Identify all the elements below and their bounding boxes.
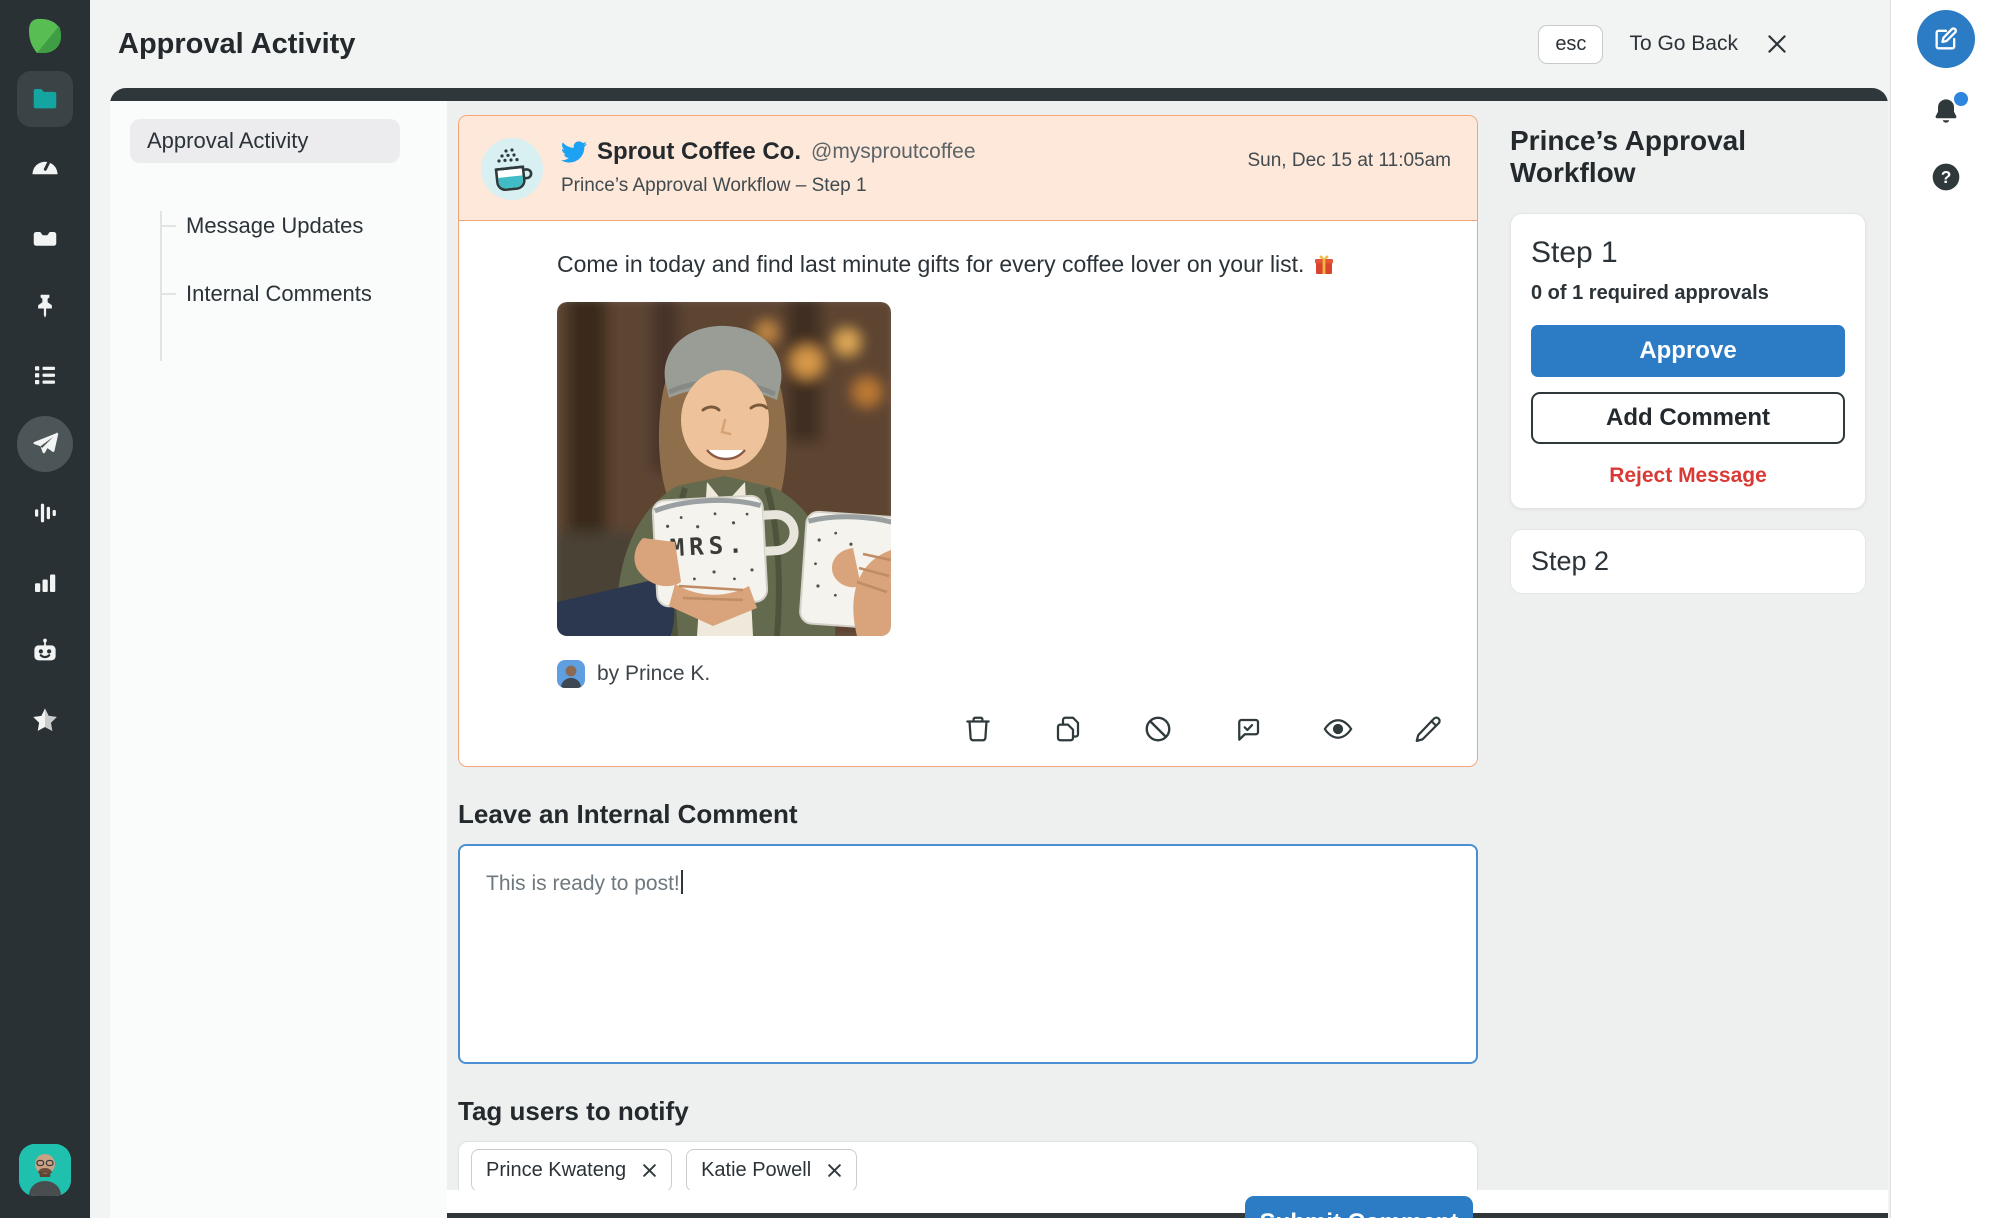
byline-avatar bbox=[557, 660, 585, 688]
bot-icon bbox=[34, 638, 56, 661]
paper-plane-icon bbox=[33, 432, 59, 454]
bar-chart-icon bbox=[35, 574, 56, 592]
message-workflow-step: Prince’s Approval Workflow – Step 1 bbox=[561, 175, 867, 196]
message-text: Come in today and find last minute gifts… bbox=[557, 251, 1305, 277]
approve-button[interactable]: Approve bbox=[1531, 325, 1845, 377]
right-rail: ? bbox=[1890, 0, 2000, 1218]
star-icon bbox=[33, 708, 57, 731]
message-byline: by Prince K. bbox=[557, 660, 1443, 688]
gift-emoji bbox=[1315, 254, 1334, 274]
user-avatar-photo bbox=[19, 1144, 71, 1196]
message-body: Come in today and find last minute gifts… bbox=[459, 221, 1477, 708]
submit-comment-button[interactable]: Submit Comment bbox=[1245, 1196, 1473, 1218]
tree-stub bbox=[160, 293, 176, 295]
remove-tag-icon[interactable] bbox=[642, 1163, 657, 1178]
message-handle: @mysproutcoffee bbox=[811, 140, 976, 163]
message-card-header: Sprout Coffee Co. @mysproutcoffee Prince… bbox=[459, 116, 1477, 221]
internal-comment-heading: Leave an Internal Comment bbox=[458, 799, 798, 829]
approval-workflow-panel: Prince’s Approval Workflow Step 1 0 of 1… bbox=[1510, 125, 1866, 594]
internal-comment-value: This is ready to post! bbox=[486, 872, 680, 895]
compose-button[interactable] bbox=[1916, 10, 1975, 68]
text-cursor bbox=[680, 870, 683, 894]
workflow-title: Prince’s Approval Workflow bbox=[1510, 125, 1747, 188]
remove-tag-icon[interactable] bbox=[827, 1163, 842, 1178]
tag-chip-label: Prince Kwateng bbox=[486, 1158, 627, 1181]
esc-key-badge: esc bbox=[1538, 24, 1604, 64]
primary-sidebar bbox=[0, 0, 90, 1218]
subnav-item-approval-activity[interactable]: Approval Activity bbox=[130, 119, 400, 163]
modal-content: Sprout Coffee Co. @mysproutcoffee Prince… bbox=[447, 101, 1888, 1218]
pin-icon bbox=[38, 294, 52, 318]
message-author: Sprout Coffee Co. bbox=[597, 138, 801, 165]
edit-pencil-icon[interactable] bbox=[1413, 714, 1443, 744]
sidebar-user-avatar[interactable] bbox=[19, 1144, 71, 1196]
reject-message-link[interactable]: Reject Message bbox=[1531, 464, 1845, 488]
notifications-button[interactable] bbox=[1930, 92, 1968, 133]
esc-hint-label: To Go Back bbox=[1629, 32, 1738, 55]
workflow-step-1-card: Step 1 0 of 1 required approvals Approve… bbox=[1510, 213, 1866, 509]
sidebar-item-dashboard[interactable] bbox=[17, 140, 73, 196]
sidebar-item-folders[interactable] bbox=[17, 71, 73, 127]
attached-photo[interactable]: MRS. bbox=[557, 302, 891, 636]
subnav-item-message-updates[interactable]: Message Updates bbox=[160, 211, 447, 241]
page-title: Approval Activity bbox=[118, 27, 356, 60]
tag-chip: Katie Powell bbox=[686, 1148, 858, 1192]
byline-text: by Prince K. bbox=[597, 662, 711, 685]
sidebar-item-publishing[interactable] bbox=[17, 416, 73, 472]
workflow-step-2-card[interactable]: Step 2 bbox=[1510, 529, 1866, 594]
tag-chip-label: Katie Powell bbox=[701, 1158, 812, 1181]
help-button[interactable]: ? bbox=[1930, 161, 1962, 198]
close-icon[interactable] bbox=[1764, 31, 1790, 57]
list-icon bbox=[35, 366, 55, 385]
sidebar-item-pinned[interactable] bbox=[17, 278, 73, 334]
listening-icon bbox=[35, 503, 56, 523]
duplicate-icon[interactable] bbox=[1053, 714, 1083, 744]
svg-text:?: ? bbox=[1940, 167, 1951, 187]
sidebar-item-reports[interactable] bbox=[17, 554, 73, 610]
help-icon: ? bbox=[1932, 163, 1959, 191]
twitter-icon bbox=[561, 141, 587, 163]
message-card: Sprout Coffee Co. @mysproutcoffee Prince… bbox=[458, 115, 1478, 767]
top-header: Approval Activity esc To Go Back bbox=[90, 0, 1890, 88]
tag-chip: Prince Kwateng bbox=[471, 1148, 673, 1192]
footer-band bbox=[447, 1190, 1888, 1213]
tree-stub bbox=[160, 225, 176, 227]
modal-bottom-edge bbox=[447, 1213, 1888, 1218]
sprout-leaf-logo bbox=[29, 18, 61, 53]
tag-users-heading: Tag users to notify bbox=[458, 1096, 689, 1126]
subnav-item-internal-comments[interactable]: Internal Comments bbox=[160, 279, 447, 309]
sidebar-item-automation[interactable] bbox=[17, 623, 73, 679]
sidebar-item-lists[interactable] bbox=[17, 347, 73, 403]
sidebar-item-favorites[interactable] bbox=[17, 692, 73, 748]
inbox-icon bbox=[33, 232, 57, 246]
subnav-label: Approval Activity bbox=[147, 128, 309, 153]
compose-icon bbox=[1935, 27, 1957, 50]
trash-icon[interactable] bbox=[963, 714, 993, 744]
step-2-title: Step 2 bbox=[1531, 546, 1610, 576]
sidebar-item-inbox[interactable] bbox=[17, 209, 73, 265]
internal-comment-input[interactable]: This is ready to post! bbox=[458, 844, 1478, 1064]
folder-icon bbox=[33, 89, 57, 109]
approval-activity-modal: Approval Activity Message Updates Intern… bbox=[110, 88, 1888, 1218]
step-1-subtitle: 0 of 1 required approvals bbox=[1531, 282, 1769, 304]
approve-comment-icon[interactable] bbox=[1233, 714, 1263, 744]
approval-subnav: Approval Activity Message Updates Intern… bbox=[110, 101, 447, 1218]
message-timestamp: Sun, Dec 15 at 11:05am bbox=[1247, 150, 1452, 171]
photo-mug-text: MRS. bbox=[669, 530, 748, 562]
subnav-label: Message Updates bbox=[186, 213, 364, 238]
notification-unread-dot bbox=[1953, 92, 1968, 106]
message-actions bbox=[459, 708, 1477, 766]
step-1-title: Step 1 bbox=[1531, 236, 1618, 269]
app-root: ? Approval Activity esc To Go Back Appro… bbox=[0, 0, 2000, 1218]
add-comment-button[interactable]: Add Comment bbox=[1531, 392, 1845, 444]
subnav-label: Internal Comments bbox=[186, 281, 372, 306]
reject-icon[interactable] bbox=[1143, 714, 1173, 744]
sidebar-item-listening[interactable] bbox=[17, 485, 73, 541]
profile-avatar-coffee bbox=[481, 138, 543, 200]
gauge-icon bbox=[32, 161, 58, 175]
preview-eye-icon[interactable] bbox=[1323, 714, 1353, 744]
